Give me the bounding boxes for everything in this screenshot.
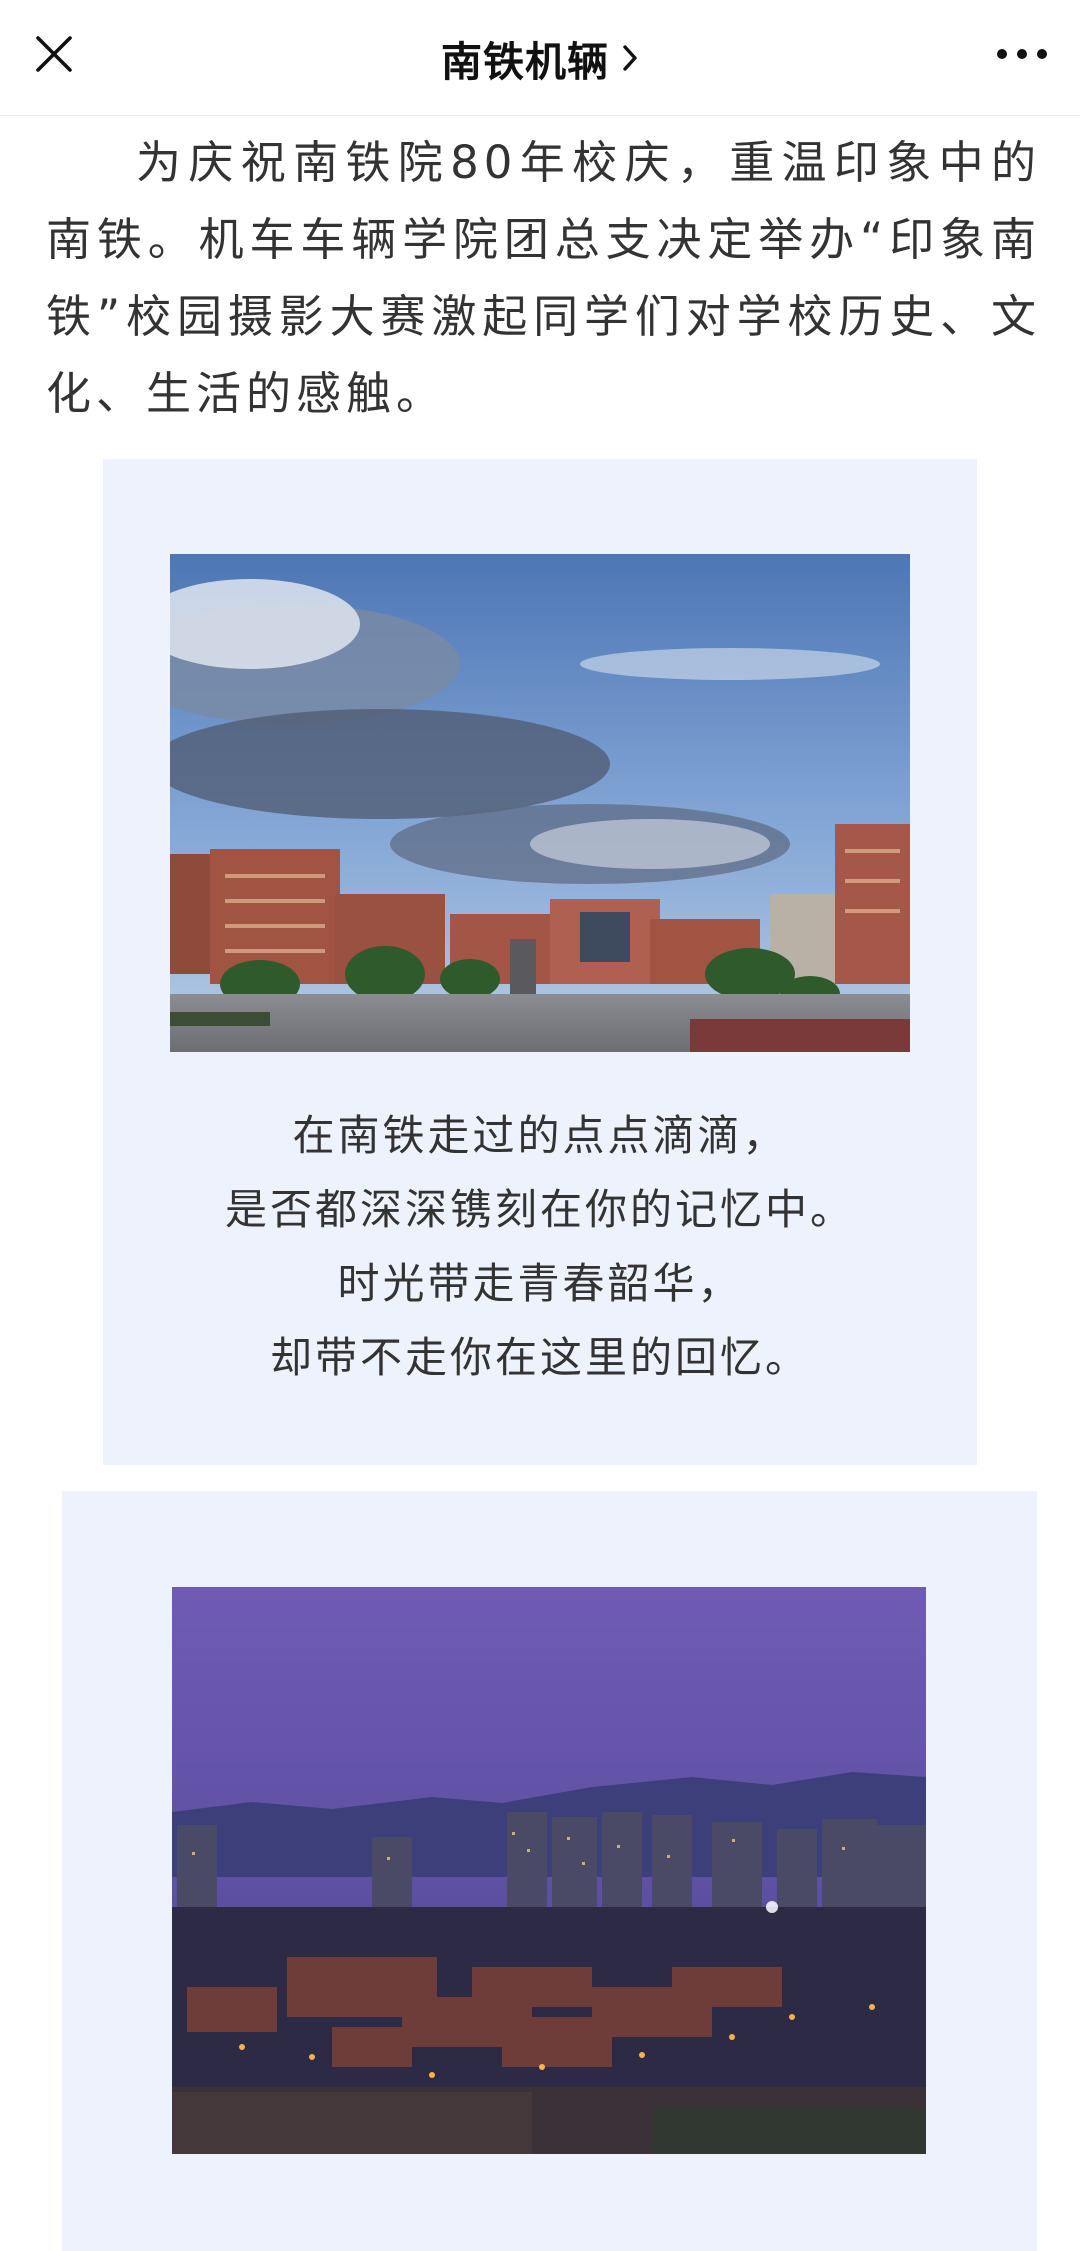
campus-night-photo[interactable]: [172, 1587, 926, 2154]
top-bar: 南铁机辆: [0, 0, 1080, 116]
more-button[interactable]: [986, 26, 1058, 82]
more-dots-icon: [997, 49, 1047, 59]
caption-line: 在南铁走过的点点滴滴，: [292, 1111, 788, 1160]
photo-caption: 在南铁走过的点点滴滴， 是否都深深镌刻在你的记忆中。 时光带走青春韶华， 却带不…: [103, 1099, 977, 1395]
page-title: 南铁机辆: [441, 38, 609, 86]
photo-card-2: [62, 1491, 1037, 2251]
caption-line: 是否都深深镌刻在你的记忆中。: [224, 1185, 855, 1234]
photo-card-1: 在南铁走过的点点滴滴， 是否都深深镌刻在你的记忆中。 时光带走青春韶华， 却带不…: [103, 459, 977, 1465]
intro-paragraph: 为庆祝南铁院80年校庆，重温印象中的南铁。机车车辆学院团总支决定举办“印象南铁”…: [46, 136, 1041, 420]
caption-line: 时光带走青春韶华，: [337, 1259, 743, 1308]
campus-day-photo[interactable]: [170, 554, 910, 1052]
caption-line: 却带不走你在这里的回忆。: [269, 1333, 810, 1382]
account-title-link[interactable]: 南铁机辆: [0, 0, 1080, 116]
chevron-right-icon: [621, 43, 639, 73]
